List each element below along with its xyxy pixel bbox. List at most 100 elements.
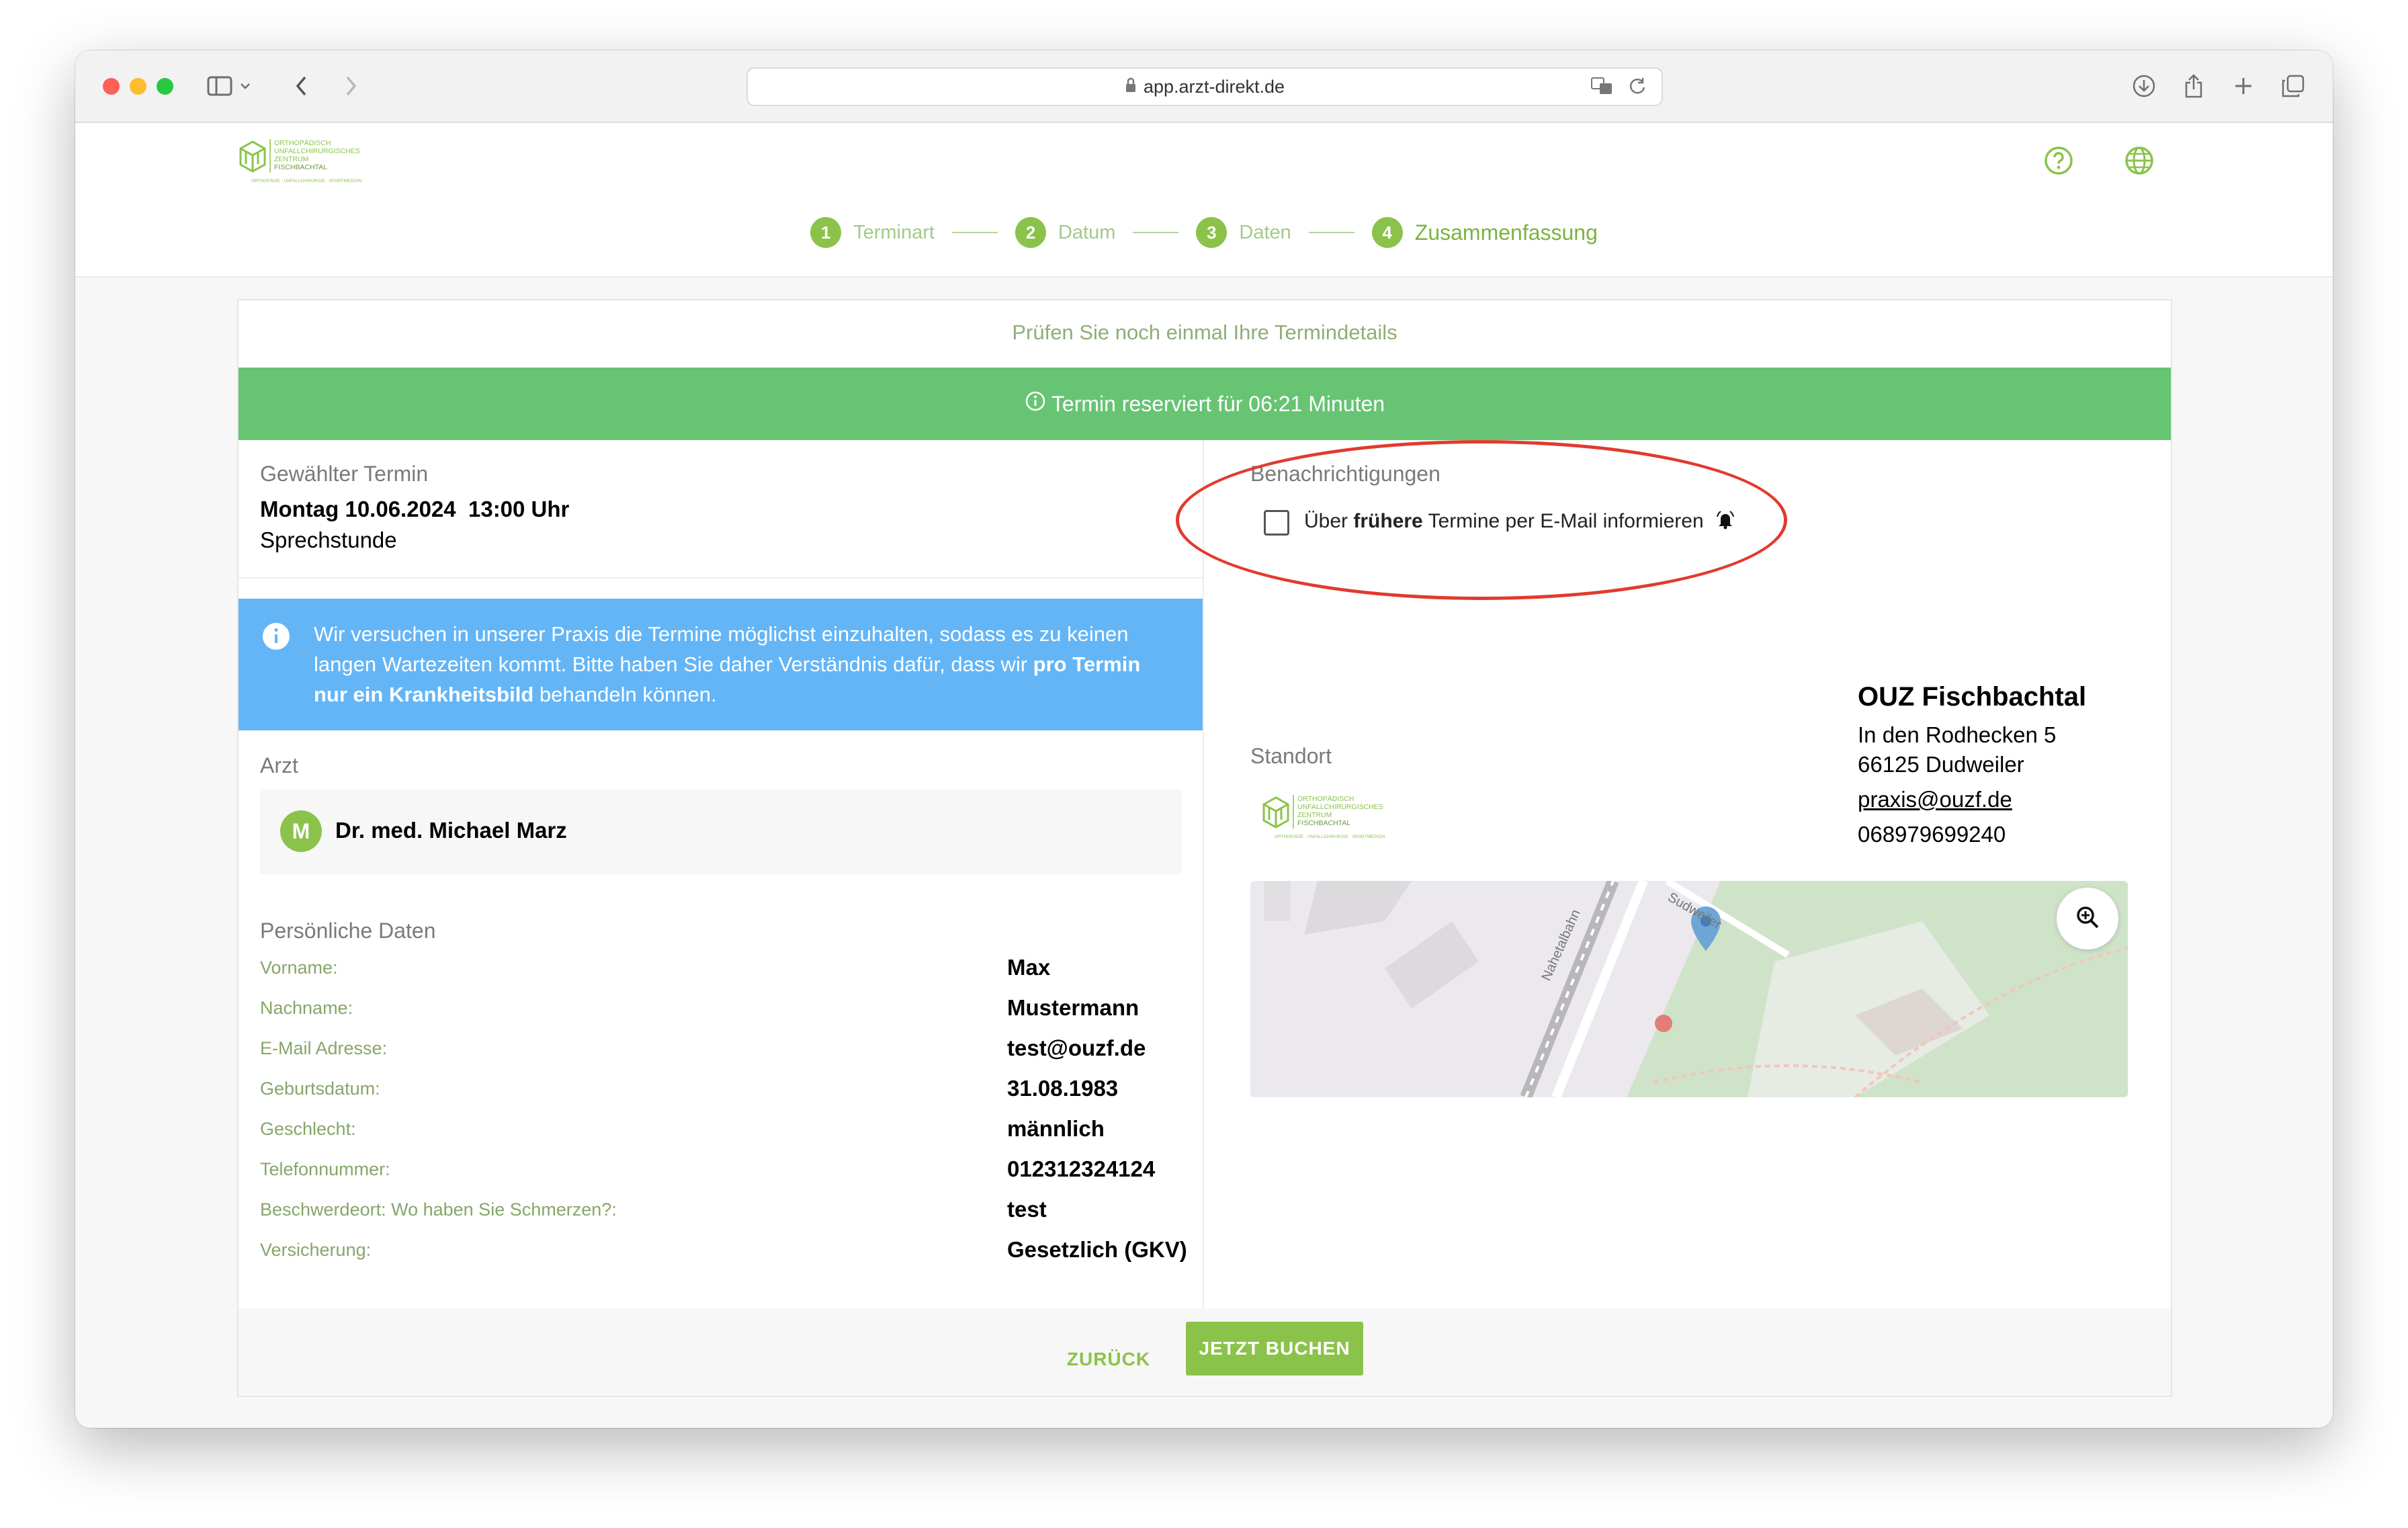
summary-card: Prüfen Sie noch einmal Ihre Termindetail… — [237, 299, 2172, 1397]
card-title: Prüfen Sie noch einmal Ihre Termindetail… — [1012, 321, 1398, 344]
back-nav-icon[interactable] — [285, 69, 318, 103]
termin-datetime: Montag 10.06.2024 13:00 Uhr — [260, 497, 569, 522]
location-city: 66125 Dudweiler — [1858, 752, 2024, 777]
step-number: 3 — [1196, 217, 1228, 248]
reload-icon[interactable] — [1628, 77, 1647, 99]
step-number: 1 — [810, 217, 842, 248]
field-label: Beschwerdeort: Wo haben Sie Schmerzen?: — [260, 1199, 617, 1220]
logo-line-3: ZENTRUM — [274, 155, 308, 163]
info-circle-icon — [1025, 390, 1046, 417]
location-phone: 068979699240 — [1858, 822, 2006, 847]
booking-stepper: 1 Terminart 2 Datum 3 Daten 4 Zusammenfa… — [75, 217, 2333, 248]
share-icon[interactable] — [2177, 69, 2210, 103]
location-logo: ORTHOPÄDISCH UNFALLCHIRURGISCHES ZENTRUM… — [1260, 791, 1408, 848]
back-button[interactable]: ZURÜCK — [1062, 1332, 1156, 1386]
logo-line-1: ORTHOPÄDISCH — [274, 139, 331, 147]
step-label: Terminart — [853, 221, 935, 243]
termin-heading: Gewählter Termin — [260, 462, 429, 486]
field-label: Nachname: — [260, 998, 353, 1018]
minimize-window-button[interactable] — [130, 78, 146, 95]
location-map[interactable]: Nahetalbahn Sudweiler — [1250, 881, 2128, 1097]
avatar: M — [280, 810, 322, 852]
field-label: Versicherung: — [260, 1240, 372, 1260]
field-value: Mustermann — [1007, 995, 1140, 1020]
field-label: Telefonnummer: — [260, 1159, 390, 1179]
sidebar-toggle-icon[interactable] — [203, 69, 236, 103]
globe-icon[interactable] — [2123, 144, 2155, 177]
info-text-part: Wir versuchen in unserer Praxis die Term… — [314, 622, 1129, 676]
logo-line-3: ZENTRUM — [1297, 811, 1332, 819]
zoom-window-button[interactable] — [157, 78, 173, 95]
info-text-part: behandeln können. — [533, 683, 717, 706]
info-notice: Wir versuchen in unserer Praxis die Term… — [239, 599, 1203, 730]
field-label: E-Mail Adresse: — [260, 1038, 388, 1058]
step-connector — [951, 232, 998, 233]
info-text: Wir versuchen in unserer Praxis die Term… — [314, 619, 1174, 710]
lock-icon — [1125, 77, 1137, 98]
site-header: ORTHOPÄDISCH UNFALLCHIRURGISCHES ZENTRUM… — [75, 123, 2333, 278]
column-divider — [1203, 440, 1204, 1323]
forward-nav-icon[interactable] — [334, 69, 368, 103]
step-number: 4 — [1371, 217, 1403, 248]
field-value: test — [1007, 1197, 1047, 1222]
reservation-banner: Termin reserviert für 06:21 Minuten — [239, 368, 2171, 440]
chevron-down-icon[interactable] — [235, 69, 255, 103]
translate-icon[interactable] — [1590, 77, 1615, 99]
question-circle-icon[interactable] — [2042, 144, 2075, 177]
location-email-link[interactable]: praxis@ouzf.de — [1858, 787, 2012, 812]
web-page: ORTHOPÄDISCH UNFALLCHIRURGISCHES ZENTRUM… — [75, 123, 2333, 1428]
step-label: Daten — [1239, 221, 1291, 243]
step-connector — [1133, 232, 1179, 233]
location-name: OUZ Fischbachtal — [1858, 682, 2087, 712]
url-text: app.arzt-direkt.de — [1143, 77, 1285, 97]
info-circle-icon — [261, 622, 291, 659]
field-label: Vorname: — [260, 958, 338, 978]
field-value: männlich — [1007, 1116, 1105, 1141]
card-footer: ZURÜCK JETZT BUCHEN — [239, 1308, 2171, 1396]
logo-line-2: UNFALLCHIRURGISCHES — [1297, 803, 1383, 811]
reservation-timer-text: Termin reserviert für 06:21 Minuten — [1051, 391, 1385, 416]
field-value: Gesetzlich (GKV) — [1007, 1237, 1187, 1262]
field-label: Geschlecht: — [260, 1119, 356, 1139]
browser-window: app.arzt-direkt.de ORTHOPÄDISCH UNFALLCH… — [75, 50, 2333, 1428]
zoom-in-icon — [2074, 904, 2101, 934]
tab-overview-icon[interactable] — [2276, 69, 2310, 103]
termin-time: 13:00 Uhr — [468, 497, 570, 521]
map-zoom-button[interactable] — [2057, 888, 2118, 949]
step-datum[interactable]: 2 Datum — [1015, 217, 1115, 248]
logo-tagline: ORTHOPÄDIE · UNFALLCHIRURGIE · SPORTMEDI… — [251, 178, 362, 183]
step-label: Datum — [1058, 221, 1116, 243]
step-number: 2 — [1015, 217, 1046, 248]
field-label: Geburtsdatum: — [260, 1078, 380, 1099]
annotation-highlight-ring — [1176, 440, 1787, 600]
field-value: 012312324124 — [1007, 1156, 1156, 1181]
step-connector — [1308, 232, 1354, 233]
termin-type: Sprechstunde — [260, 527, 397, 552]
doctor-card: M Dr. med. Michael Marz — [260, 790, 1182, 874]
step-terminart[interactable]: 1 Terminart — [810, 217, 935, 248]
arzt-heading: Arzt — [260, 753, 298, 777]
logo-line-2: UNFALLCHIRURGISCHES — [274, 147, 360, 155]
field-value: 31.08.1983 — [1007, 1076, 1119, 1101]
logo-line-4: FISCHBACHTAL — [274, 163, 327, 171]
address-bar[interactable]: app.arzt-direkt.de — [746, 67, 1663, 106]
step-label: Zusammenfassung — [1414, 220, 1598, 245]
download-icon[interactable] — [2127, 69, 2161, 103]
book-now-button[interactable]: JETZT BUCHEN — [1186, 1322, 1363, 1375]
section-divider — [239, 577, 1203, 579]
field-value: Max — [1007, 955, 1051, 980]
clinic-logo[interactable]: ORTHOPÄDISCH UNFALLCHIRURGISCHES ZENTRUM… — [236, 135, 384, 192]
new-tab-icon[interactable] — [2227, 69, 2260, 103]
step-daten[interactable]: 3 Daten — [1196, 217, 1291, 248]
field-value: test@ouzf.de — [1007, 1035, 1146, 1060]
personal-data-heading: Persönliche Daten — [260, 919, 436, 943]
logo-line-1: ORTHOPÄDISCH — [1297, 795, 1354, 803]
step-zusammenfassung[interactable]: 4 Zusammenfassung — [1371, 217, 1598, 248]
termin-date: Montag 10.06.2024 — [260, 497, 456, 521]
logo-tagline: ORTHOPÄDIE · UNFALLCHIRURGIE · SPORTMEDI… — [1275, 834, 1385, 839]
close-window-button[interactable] — [103, 78, 120, 95]
standort-heading: Standort — [1250, 744, 1332, 768]
location-street: In den Rodhecken 5 — [1858, 722, 2057, 747]
browser-toolbar: app.arzt-direkt.de — [75, 50, 2333, 123]
doctor-name: Dr. med. Michael Marz — [335, 818, 567, 843]
